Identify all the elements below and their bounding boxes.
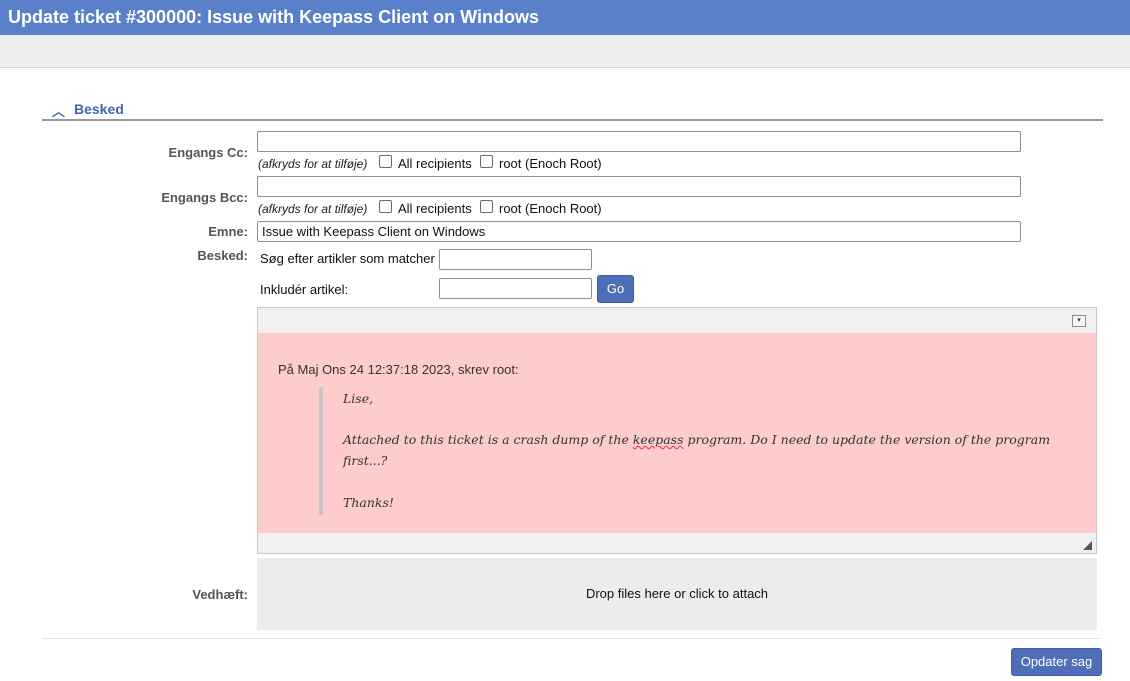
update-ticket-button[interactable]: Opdater sag — [1011, 648, 1102, 676]
divider — [42, 638, 1100, 639]
quote-closing: Thanks! — [343, 495, 394, 510]
quote-body-line2: first...? — [343, 453, 388, 468]
page-title: Update ticket #300000: Issue with Keepas… — [0, 0, 1130, 35]
cc-all-recipients-label: All recipients — [398, 156, 472, 171]
cc-all-recipients-checkbox[interactable] — [379, 155, 392, 168]
go-button[interactable]: Go — [597, 275, 634, 303]
bcc-input[interactable] — [257, 176, 1021, 197]
cc-root-checkbox[interactable] — [480, 155, 493, 168]
include-article-label: Inkludér artikel: — [260, 282, 349, 297]
editor-toolbar: ▾ — [258, 308, 1096, 333]
cc-input[interactable] — [257, 131, 1021, 152]
editor-content[interactable]: På Maj Ons 24 12:37:18 2023, skrev root:… — [258, 333, 1096, 533]
cc-root-label: root (Enoch Root) — [499, 156, 602, 171]
subject-input[interactable] — [257, 221, 1021, 242]
bcc-all-recipients-label: All recipients — [398, 201, 472, 216]
chevron-up-icon[interactable]: ︿ — [52, 101, 65, 120]
section-title[interactable]: Besked — [74, 101, 124, 117]
dropdown-icon[interactable]: ▾ — [1072, 315, 1086, 327]
resize-grip-icon[interactable] — [1083, 541, 1092, 550]
bcc-root-checkbox[interactable] — [480, 200, 493, 213]
quote-greeting: Lise, — [343, 391, 374, 406]
quote-body-post: program. Do I need to update the version… — [683, 432, 1051, 447]
quote-intro: På Maj Ons 24 12:37:18 2023, skrev root: — [278, 362, 519, 377]
misspelled-word: keepass — [632, 432, 684, 447]
section-header-message[interactable]: ︿ Besked — [42, 98, 1103, 121]
article-search-label: Søg efter artikler som matcher — [260, 251, 435, 266]
message-editor[interactable]: ▾ På Maj Ons 24 12:37:18 2023, skrev roo… — [257, 307, 1097, 554]
attachment-dropzone[interactable]: Drop files here or click to attach — [257, 558, 1097, 630]
bcc-root-label: root (Enoch Root) — [499, 201, 602, 216]
toolbar — [0, 35, 1130, 68]
quote-body-pre: Attached to this ticket is a crash dump … — [343, 432, 633, 447]
bcc-all-recipients-checkbox[interactable] — [379, 200, 392, 213]
cc-hint: (afkryds for at tilføje) — [258, 157, 368, 171]
cc-label: Engangs Cc: — [168, 145, 248, 160]
subject-label: Emne: — [208, 224, 248, 239]
bcc-hint: (afkryds for at tilføje) — [258, 202, 368, 216]
attach-label: Vedhæft: — [192, 587, 248, 602]
quote-body-line1: Attached to this ticket is a crash dump … — [343, 432, 1050, 447]
bcc-label: Engangs Bcc: — [161, 190, 248, 205]
article-search-input[interactable] — [439, 249, 592, 270]
message-label: Besked: — [197, 248, 248, 263]
include-article-input[interactable] — [439, 278, 592, 299]
blockquote-bar — [319, 387, 323, 515]
